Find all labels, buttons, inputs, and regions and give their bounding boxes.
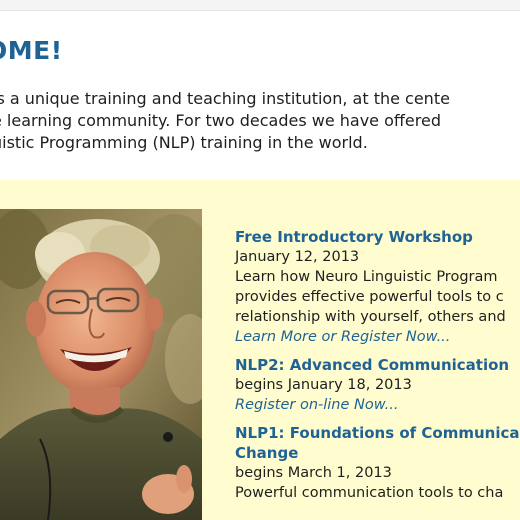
intro-line: is a unique training and teaching instit… (0, 89, 450, 108)
event-description-line: provides effective powerful tools to c (235, 289, 504, 305)
event-free-workshop: Free Introductory Workshop January 12, 2… (235, 227, 520, 347)
event-date: begins March 1, 2013 (235, 465, 392, 481)
event-date: January 12, 2013 (235, 249, 360, 265)
event-title-line: Change (235, 444, 299, 462)
event-title-line: NLP1: Foundations of Communica (235, 424, 520, 442)
event-nlp2: NLP2: Advanced Communication begins Janu… (235, 355, 520, 415)
event-date: begins January 18, 2013 (235, 377, 412, 393)
learn-more-register-link[interactable]: Learn More or Register Now... (235, 327, 520, 347)
event-description: Learn how Neuro Linguistic Program provi… (235, 267, 520, 327)
intro-line: uistic Programming (NLP) training in the… (0, 133, 368, 152)
event-nlp1: NLP1: Foundations of Communica Change be… (235, 423, 520, 503)
intro-line: e learning community. For two decades we… (0, 111, 441, 130)
events-list: Free Introductory Workshop January 12, 2… (235, 227, 520, 511)
event-description-line: Learn how Neuro Linguistic Program (235, 269, 498, 285)
event-description-line: relationship with yourself, others and (235, 309, 506, 325)
top-border (0, 0, 520, 11)
welcome-heading: OME! (0, 36, 63, 65)
register-online-link[interactable]: Register on-line Now... (235, 395, 520, 415)
event-description-line: Powerful communication tools to cha (235, 485, 504, 501)
event-title-link[interactable]: NLP1: Foundations of Communica Change (235, 423, 520, 463)
event-description: Powerful communication tools to cha (235, 483, 520, 503)
event-title-link[interactable]: Free Introductory Workshop (235, 227, 520, 247)
laughing-man-photo (0, 209, 202, 520)
intro-paragraph: is a unique training and teaching instit… (0, 88, 520, 154)
event-title-link[interactable]: NLP2: Advanced Communication (235, 355, 520, 375)
